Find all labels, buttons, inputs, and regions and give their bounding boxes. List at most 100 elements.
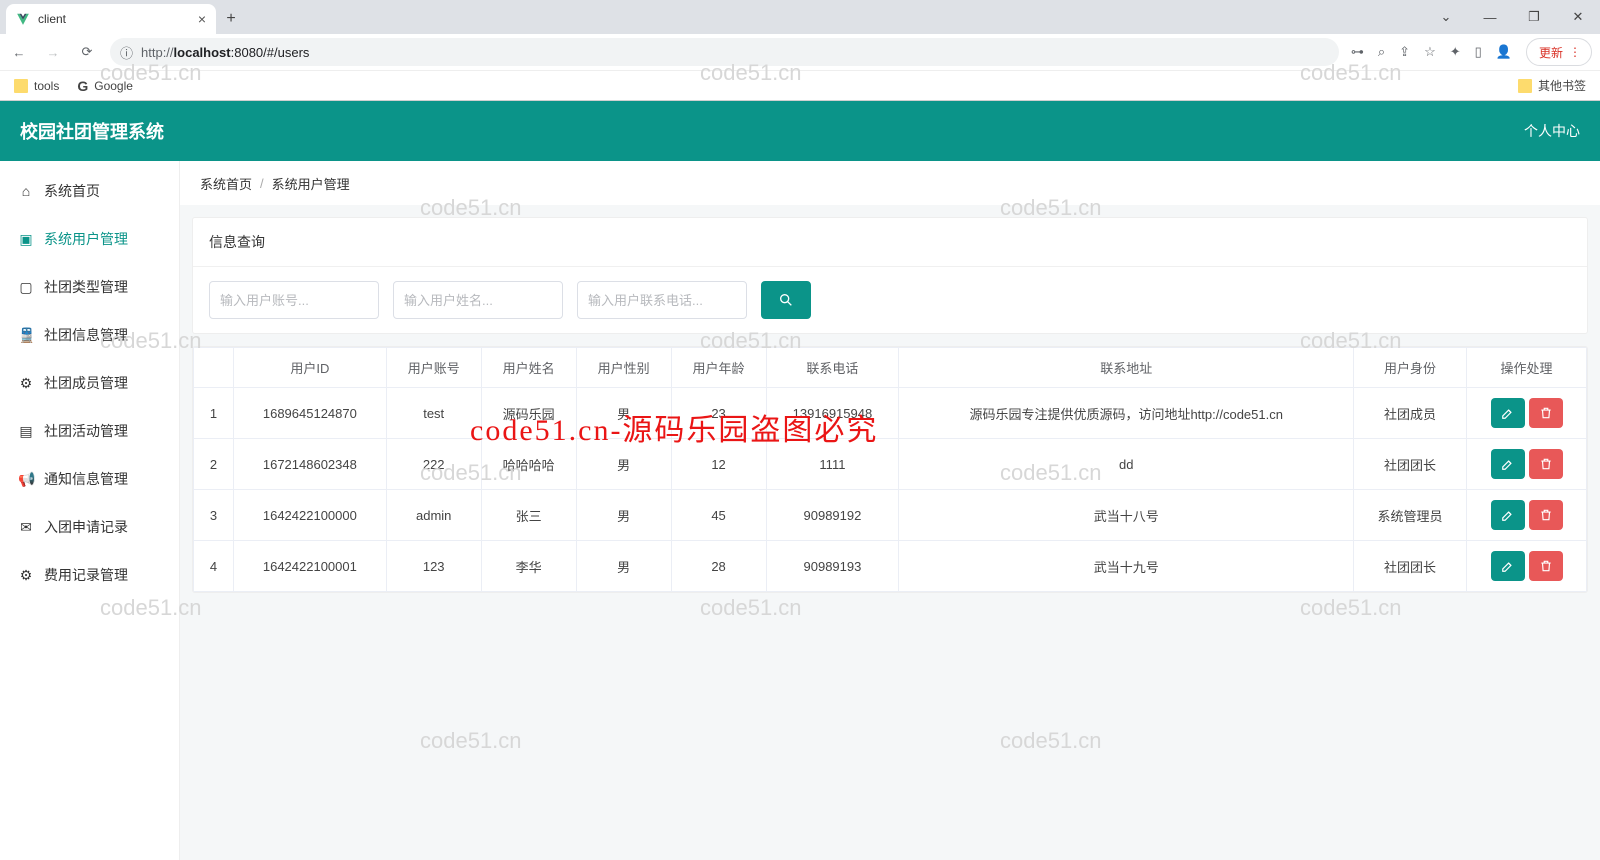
new-tab-button[interactable]: +: [216, 4, 246, 34]
sidebar-item-label: 社团类型管理: [44, 277, 128, 297]
app-layout: ⌂系统首页▣系统用户管理▢社团类型管理🚆社团信息管理⚙社团成员管理▤社团活动管理…: [0, 161, 1600, 860]
update-button[interactable]: 更新 ⋮: [1526, 38, 1592, 66]
sidebar-item-label: 费用记录管理: [44, 565, 128, 585]
breadcrumb-root[interactable]: 系统首页: [200, 174, 252, 193]
cell-actions: [1467, 541, 1587, 592]
window-dropdown-icon[interactable]: ⌄: [1424, 9, 1468, 25]
address-bar[interactable]: ⓘ http://localhost:8080/#/users: [110, 38, 1339, 66]
sidebar-item-6[interactable]: 📢通知信息管理: [0, 455, 179, 503]
delete-button[interactable]: [1529, 398, 1563, 428]
sidebar-item-4[interactable]: ⚙社团成员管理: [0, 359, 179, 407]
close-tab-icon[interactable]: ×: [198, 11, 206, 27]
user-icon: ▣: [18, 231, 34, 248]
cell: 男: [576, 541, 671, 592]
lens-icon[interactable]: ⌕: [1378, 44, 1385, 60]
col-header-9: 操作处理: [1467, 348, 1587, 388]
cell: 李华: [481, 541, 576, 592]
sidebar-item-3[interactable]: 🚆社团信息管理: [0, 311, 179, 359]
sidebar-item-7[interactable]: ✉入团申请记录: [0, 503, 179, 551]
home-icon: ⌂: [18, 183, 34, 199]
col-header-7: 联系地址: [899, 348, 1354, 388]
cell: 武当十八号: [899, 490, 1354, 541]
col-header-4: 用户性别: [576, 348, 671, 388]
browser-tab[interactable]: client ×: [6, 4, 216, 34]
search-panel-body: [193, 267, 1587, 333]
nav-forward-icon[interactable]: →: [42, 41, 64, 63]
col-header-5: 用户年龄: [671, 348, 766, 388]
cell: 13916915948: [766, 388, 899, 439]
sidebar-item-2[interactable]: ▢ 社团类型管理: [0, 263, 179, 311]
window-minimize-icon[interactable]: —: [1468, 10, 1512, 25]
delete-button[interactable]: [1529, 500, 1563, 530]
sidebar-item-label: 社团成员管理: [44, 373, 128, 393]
trash-icon: [1539, 508, 1553, 522]
profile-icon[interactable]: 👤: [1496, 44, 1512, 60]
cell: 90989193: [766, 541, 899, 592]
panel-icon[interactable]: ▯: [1475, 44, 1482, 60]
nav-reload-icon[interactable]: ⟳: [76, 41, 98, 63]
window-maximize-icon[interactable]: ❐: [1512, 9, 1556, 25]
edit-icon: [1501, 559, 1515, 573]
cell: 1111: [766, 439, 899, 490]
search-phone-input[interactable]: [577, 281, 747, 319]
sidebar-item-8[interactable]: ⚙费用记录管理: [0, 551, 179, 599]
sidebar-item-5[interactable]: ▤社团活动管理: [0, 407, 179, 455]
cell: 28: [671, 541, 766, 592]
edit-button[interactable]: [1491, 500, 1525, 530]
sidebar-item-label: 系统首页: [44, 181, 100, 201]
cell: 源码乐园专注提供优质源码，访问地址http://code51.cn: [899, 388, 1354, 439]
extensions-icon[interactable]: ✦: [1450, 44, 1461, 60]
trash-icon: [1539, 457, 1553, 471]
breadcrumb: 系统首页 / 系统用户管理: [180, 161, 1600, 205]
cell: 社团团长: [1354, 541, 1467, 592]
bookmark-google[interactable]: G Google: [77, 78, 133, 94]
delete-button[interactable]: [1529, 449, 1563, 479]
cell: dd: [899, 439, 1354, 490]
edit-icon: [1501, 457, 1515, 471]
table-row: 41642422100001123李华男2890989193武当十九号社团团长: [194, 541, 1587, 592]
main-content: 系统首页 / 系统用户管理 信息查询 用户ID用户账号用户姓名用户性别用户年龄联…: [180, 161, 1600, 860]
nav-back-icon[interactable]: ←: [8, 41, 30, 63]
sidebar-item-1[interactable]: ▣系统用户管理: [0, 215, 179, 263]
edit-button[interactable]: [1491, 551, 1525, 581]
cell: 系统管理员: [1354, 490, 1467, 541]
cell: 4: [194, 541, 234, 592]
edit-button[interactable]: [1491, 398, 1525, 428]
col-header-3: 用户姓名: [481, 348, 576, 388]
kebab-menu-icon: ⋮: [1569, 45, 1581, 59]
cell: 12: [671, 439, 766, 490]
cell-actions: [1467, 439, 1587, 490]
search-account-input[interactable]: [209, 281, 379, 319]
edit-icon: [1501, 406, 1515, 420]
cell: 1689645124870: [234, 388, 387, 439]
table-row: 31642422100000admin张三男4590989192武当十八号系统管…: [194, 490, 1587, 541]
window-close-icon[interactable]: ✕: [1556, 9, 1600, 25]
trash-icon: [1539, 559, 1553, 573]
bookmarks-bar: tools G Google 其他书签: [0, 70, 1600, 100]
search-name-input[interactable]: [393, 281, 563, 319]
password-key-icon[interactable]: ⊶: [1351, 44, 1364, 60]
search-button[interactable]: [761, 281, 811, 319]
app-header: 校园社团管理系统 个人中心: [0, 101, 1600, 161]
app-title: 校园社团管理系统: [20, 118, 164, 144]
cell: 1: [194, 388, 234, 439]
cell-actions: [1467, 388, 1587, 439]
share-icon[interactable]: ⇪: [1399, 44, 1410, 60]
megaphone-icon: 📢: [18, 471, 34, 488]
edit-button[interactable]: [1491, 449, 1525, 479]
folder-icon: [1518, 79, 1532, 93]
bookmark-star-icon[interactable]: ☆: [1424, 44, 1436, 60]
bookmark-tools[interactable]: tools: [14, 79, 59, 93]
cell: 男: [576, 388, 671, 439]
sidebar-item-0[interactable]: ⌂ 系统首页: [0, 167, 179, 215]
folder-icon: [14, 79, 28, 93]
cell: 男: [576, 439, 671, 490]
breadcrumb-current: 系统用户管理: [272, 174, 350, 193]
book-icon: ▢: [18, 279, 34, 296]
window-controls: ⌄ — ❐ ✕: [1424, 0, 1600, 34]
bookmark-other[interactable]: 其他书签: [1518, 77, 1586, 94]
profile-link[interactable]: 个人中心: [1524, 121, 1580, 141]
delete-button[interactable]: [1529, 551, 1563, 581]
site-info-icon[interactable]: ⓘ: [120, 43, 133, 62]
col-header-8: 用户身份: [1354, 348, 1467, 388]
